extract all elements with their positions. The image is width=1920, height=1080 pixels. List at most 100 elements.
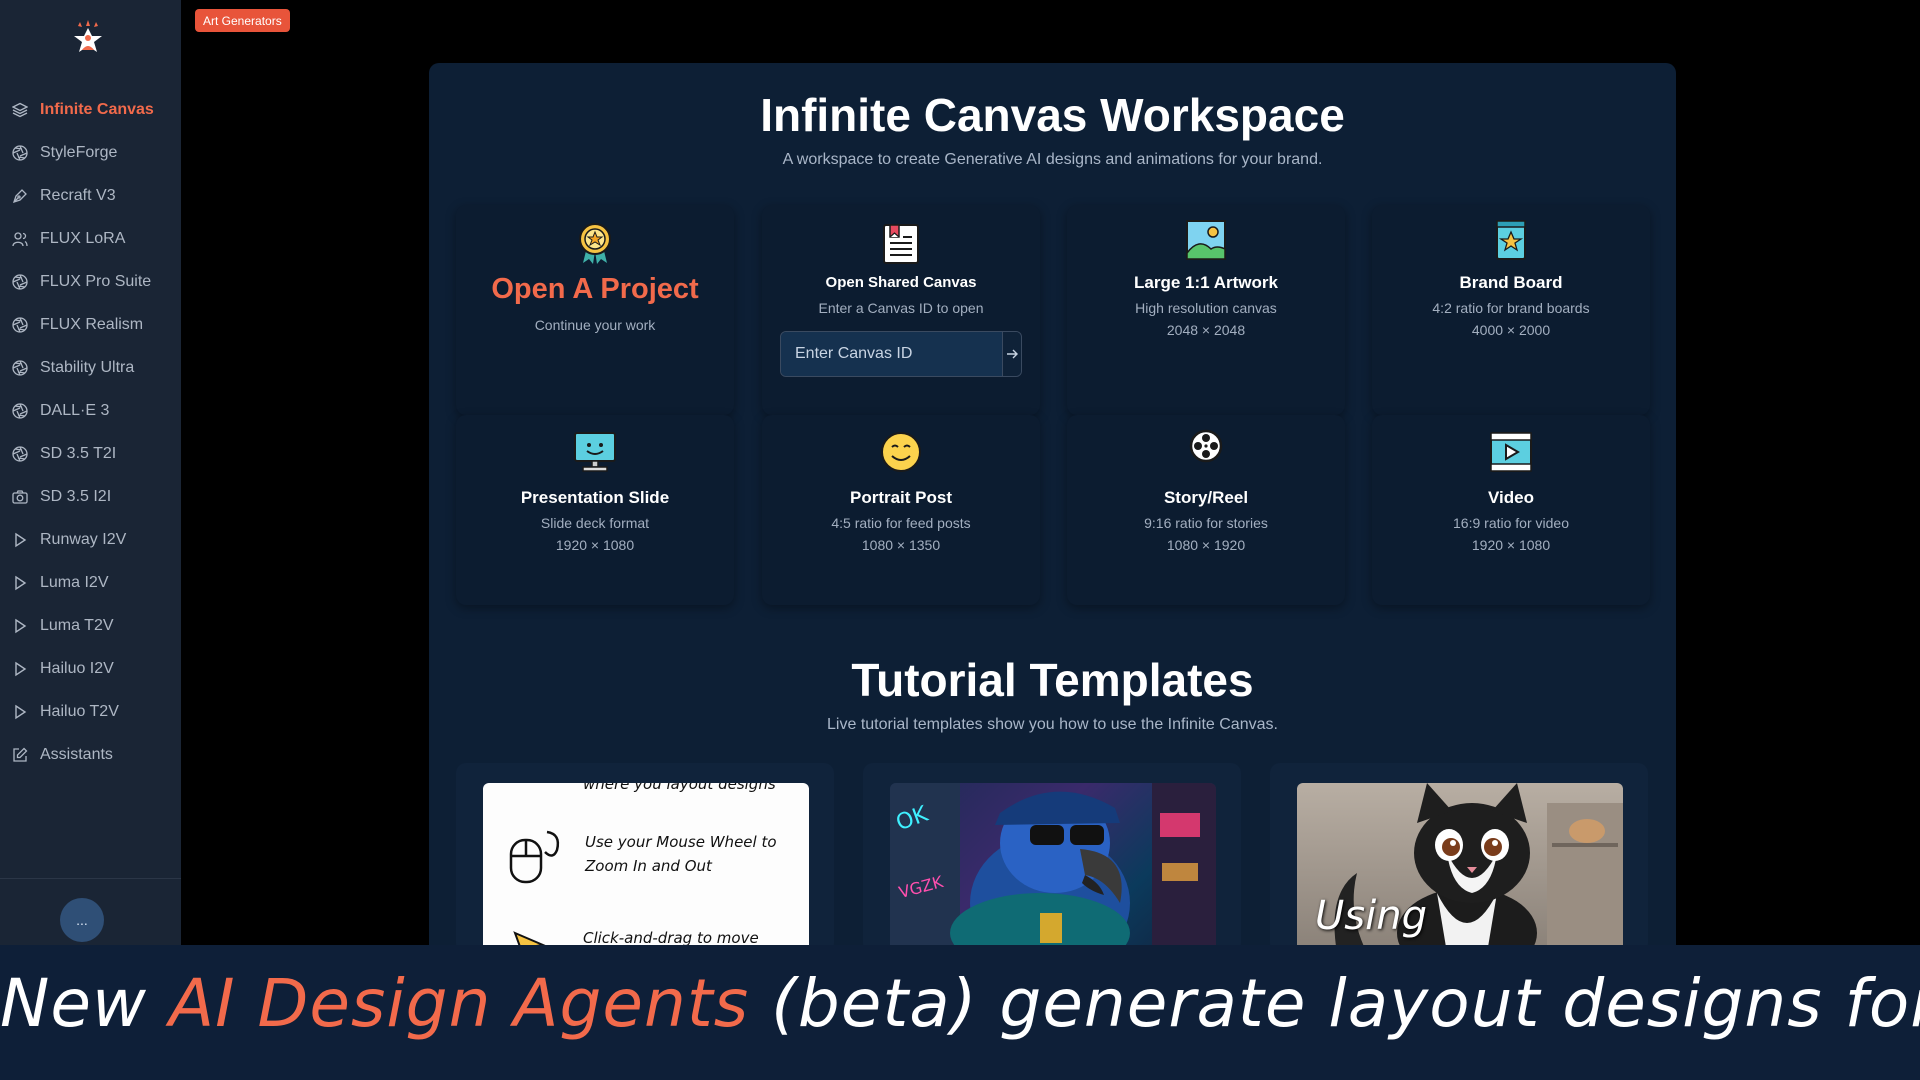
camera-icon [12,489,28,505]
sidebar-item-infinite-canvas[interactable]: Infinite Canvas [0,88,181,131]
sidebar-item-label: Assistants [40,745,113,763]
sidebar-item-label: SD 3.5 I2I [40,487,112,505]
sidebar-item-label: FLUX Realism [40,315,144,333]
logo-icon[interactable] [68,20,108,54]
promo-banner: New AI Design Agents (beta) generate lay… [0,945,1920,1080]
sidebar-item-styleforge[interactable]: StyleForge [0,131,181,174]
card-desc: 9:16 ratio for stories [1144,515,1268,531]
play-icon [12,575,28,591]
open-shared-canvas-card: Open Shared Canvas Enter a Canvas ID to … [762,205,1040,415]
sidebar-item-label: Luma T2V [40,616,114,634]
card-size: 1920 × 1080 [1471,537,1551,553]
award-icon [456,221,734,265]
aperture-icon [12,144,28,161]
shared-canvas-desc: Enter a Canvas ID to open [818,300,984,316]
promo-text-highlight: AI Design Agents [168,965,750,1042]
star-book-icon [1372,219,1650,261]
sidebar-item-recraft-v3[interactable]: Recraft V3 [0,174,181,217]
sidebar-item-flux-lora[interactable]: FLUX LoRA [0,217,181,260]
open-project-card[interactable]: Open A Project Continue your work [456,205,734,415]
card-title: Portrait Post [849,488,953,507]
tutorial-card-cat[interactable]: Using [1270,763,1648,953]
sidebar-item-label: FLUX Pro Suite [40,272,152,290]
page-subtitle: A workspace to create Generative AI desi… [782,151,1323,168]
sidebar-item-label: Recraft V3 [40,186,116,204]
promo-text: New AI Design Agents (beta) generate lay… [0,965,1920,1042]
play-icon [12,532,28,548]
card-size: 1080 × 1350 [861,537,941,553]
film-reel-icon [1067,429,1345,463]
art-generators-badge[interactable]: Art Generators [195,9,290,32]
card-desc: 4:5 ratio for feed posts [831,515,971,531]
shared-canvas-title: Open Shared Canvas [825,274,977,291]
layers-icon [12,102,28,118]
aperture-icon [12,316,28,333]
play-icon [12,704,28,720]
tutorial-overlay-text: Using [1315,893,1427,939]
page-title: Infinite Canvas Workspace [760,89,1345,141]
tutorial-line: Use your Mouse Wheel to [585,833,777,851]
card-desc: 4:2 ratio for brand boards [1432,300,1590,316]
play-icon [12,618,28,634]
sidebar-item-label: Hailuo T2V [40,702,119,720]
document-icon [762,223,1040,265]
promo-text-post: (beta) generate layout designs for you! [771,965,1920,1042]
sidebar-nav: Infinite Canvas StyleForge Recraft V3 FL… [0,88,181,776]
sidebar-item-sd-35-t2i[interactable]: SD 3.5 T2I [0,432,181,475]
sidebar-item-hailuo-t2v[interactable]: Hailuo T2V [0,690,181,733]
tutorial-line: where you layout designs [583,783,776,793]
sidebar-item-label: DALL·E 3 [40,401,110,419]
tutorials-subtitle: Live tutorial templates show you how to … [827,716,1278,733]
more-button[interactable]: ... [60,898,104,942]
card-desc: 16:9 ratio for video [1453,515,1569,531]
monitor-icon [456,431,734,473]
sidebar-item-label: Infinite Canvas [40,100,154,118]
sidebar-item-label: StyleForge [40,143,118,161]
tutorial-thumbnail: Using [1297,783,1623,953]
open-project-title: Open A Project [491,273,699,305]
aperture-icon [12,273,28,290]
portrait-post-card[interactable]: Portrait Post 4:5 ratio for feed posts 1… [762,415,1040,605]
tutorials-title: Tutorial Templates [851,654,1254,706]
landscape-icon [1067,219,1345,261]
card-desc: Slide deck format [540,515,650,531]
tutorial-card-navigation[interactable]: where you layout designs Use your Mouse … [456,763,834,953]
mouse-icon [509,830,560,884]
sidebar-item-runway-i2v[interactable]: Runway I2V [0,518,181,561]
parrot-illustration-icon: OK VGZK [890,783,1216,953]
sidebar-item-luma-t2v[interactable]: Luma T2V [0,604,181,647]
sidebar-item-sd-35-i2i[interactable]: SD 3.5 I2I [0,475,181,518]
sidebar-item-label: Luma I2V [40,573,109,591]
sidebar-item-flux-pro-suite[interactable]: FLUX Pro Suite [0,260,181,303]
video-card[interactable]: Video 16:9 ratio for video 1920 × 1080 [1372,415,1650,605]
canvas-id-form [780,331,1022,377]
edit-icon [12,747,28,763]
card-desc: High resolution canvas [1135,300,1277,316]
tutorial-thumbnail: where you layout designs Use your Mouse … [483,783,809,953]
sidebar-item-assistants[interactable]: Assistants [0,733,181,776]
sidebar-item-luma-i2v[interactable]: Luma I2V [0,561,181,604]
card-title: Brand Board [1459,273,1563,292]
sidebar-item-label: Runway I2V [40,530,127,548]
card-title: Story/Reel [1163,488,1249,507]
sidebar-item-label: FLUX LoRA [40,229,126,247]
open-canvas-button[interactable] [1002,332,1021,376]
card-size: 4000 × 2000 [1471,322,1551,338]
presentation-slide-card[interactable]: Presentation Slide Slide deck format 192… [456,415,734,605]
story-reel-card[interactable]: Story/Reel 9:16 ratio for stories 1080 ×… [1067,415,1345,605]
tutorial-card-parrot[interactable]: OK VGZK [863,763,1241,953]
brand-board-card[interactable]: Brand Board 4:2 ratio for brand boards 4… [1372,205,1650,415]
card-size: 1080 × 1920 [1166,537,1246,553]
sidebar-item-hailuo-i2v[interactable]: Hailuo I2V [0,647,181,690]
sidebar-item-label: Stability Ultra [40,358,135,376]
users-icon [12,231,28,247]
card-title: Video [1488,488,1534,507]
sidebar-item-flux-realism[interactable]: FLUX Realism [0,303,181,346]
card-size: 1920 × 1080 [555,537,635,553]
large-artwork-card[interactable]: Large 1:1 Artwork High resolution canvas… [1067,205,1345,415]
sidebar: Infinite Canvas StyleForge Recraft V3 FL… [0,0,181,945]
sidebar-item-stability-ultra[interactable]: Stability Ultra [0,346,181,389]
canvas-id-input[interactable] [781,332,1002,376]
sidebar-item-label: SD 3.5 T2I [40,444,117,462]
sidebar-item-dalle-3[interactable]: DALL·E 3 [0,389,181,432]
